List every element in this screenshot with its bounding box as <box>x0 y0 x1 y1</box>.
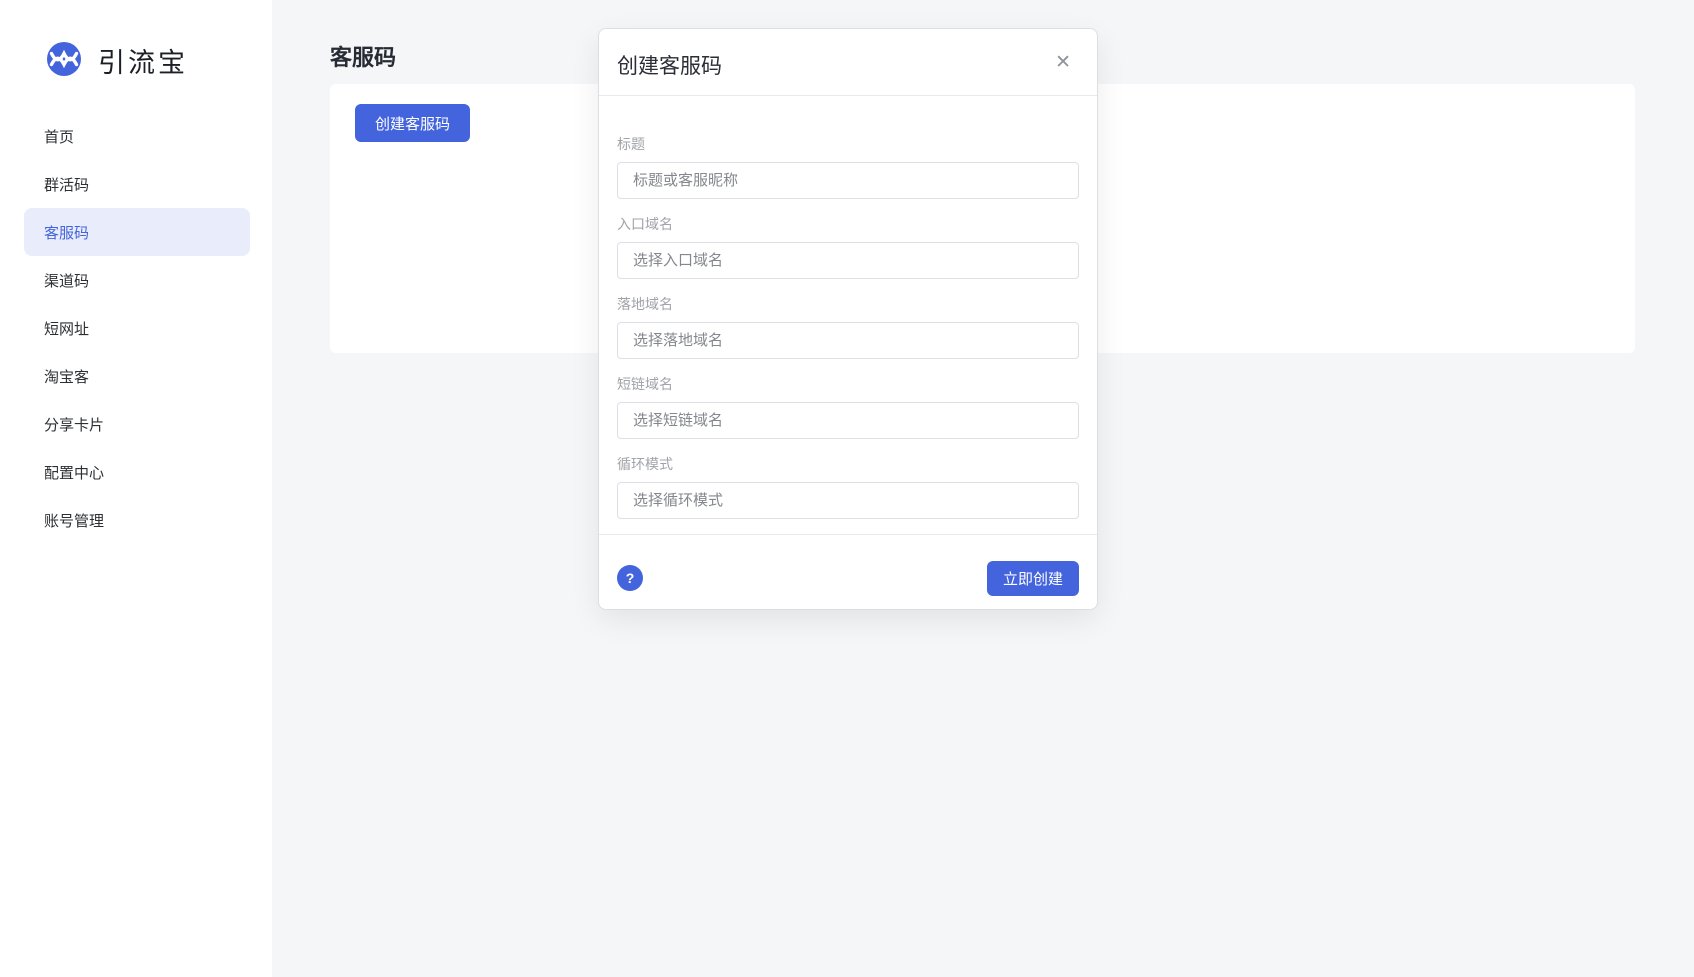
page-title: 客服码 <box>330 40 396 72</box>
sidebar-item-label: 客服码 <box>44 222 89 243</box>
loop-mode-field: 循环模式 <box>617 454 1079 519</box>
sidebar-item-short-url[interactable]: 短网址 <box>24 304 250 352</box>
sidebar-item-label: 分享卡片 <box>44 414 104 435</box>
sidebar: 引流宝 首页 群活码 客服码 渠道码 短网址 淘宝客 分享卡片 配置中心 账号管… <box>0 0 272 977</box>
app-logo-icon <box>44 40 84 80</box>
create-service-code-button[interactable]: 创建客服码 <box>355 104 470 142</box>
sidebar-nav: 首页 群活码 客服码 渠道码 短网址 淘宝客 分享卡片 配置中心 账号管理 <box>0 112 272 544</box>
app-name: 引流宝 <box>98 41 188 80</box>
sidebar-item-label: 账号管理 <box>44 510 104 531</box>
sidebar-item-config-center[interactable]: 配置中心 <box>24 448 250 496</box>
landing-domain-select[interactable] <box>617 322 1079 359</box>
question-icon: ? <box>626 570 635 586</box>
shortlink-domain-select[interactable] <box>617 402 1079 439</box>
landing-domain-field: 落地域名 <box>617 294 1079 359</box>
app-logo: 引流宝 <box>44 40 188 80</box>
sidebar-item-group-code[interactable]: 群活码 <box>24 160 250 208</box>
sidebar-item-label: 淘宝客 <box>44 366 89 387</box>
loop-mode-field-label: 循环模式 <box>617 454 1079 474</box>
entry-domain-field: 入口域名 <box>617 214 1079 279</box>
entry-domain-field-label: 入口域名 <box>617 214 1079 234</box>
title-input[interactable] <box>617 162 1079 199</box>
modal-header: 创建客服码 ✕ <box>599 29 1097 96</box>
sidebar-item-label: 首页 <box>44 126 74 147</box>
create-now-button[interactable]: 立即创建 <box>987 561 1079 596</box>
loop-mode-select[interactable] <box>617 482 1079 519</box>
sidebar-item-channel-code[interactable]: 渠道码 <box>24 256 250 304</box>
sidebar-item-label: 短网址 <box>44 318 89 339</box>
modal-title: 创建客服码 <box>617 44 722 80</box>
close-icon[interactable]: ✕ <box>1049 49 1077 76</box>
sidebar-item-label: 配置中心 <box>44 462 104 483</box>
title-field-label: 标题 <box>617 134 1079 154</box>
landing-domain-field-label: 落地域名 <box>617 294 1079 314</box>
create-service-code-modal: 创建客服码 ✕ 标题 入口域名 落地域名 短链域名 循环模式 ? 立即创建 <box>598 28 1098 610</box>
sidebar-item-home[interactable]: 首页 <box>24 112 250 160</box>
modal-body: 标题 入口域名 落地域名 短链域名 循环模式 <box>599 96 1097 534</box>
sidebar-item-label: 群活码 <box>44 174 89 195</box>
modal-footer: ? 立即创建 <box>599 534 1097 621</box>
sidebar-item-service-code[interactable]: 客服码 <box>24 208 250 256</box>
entry-domain-select[interactable] <box>617 242 1079 279</box>
shortlink-domain-field-label: 短链域名 <box>617 374 1079 394</box>
sidebar-item-share-card[interactable]: 分享卡片 <box>24 400 250 448</box>
title-field: 标题 <box>617 134 1079 199</box>
sidebar-item-label: 渠道码 <box>44 270 89 291</box>
sidebar-item-taobao-ke[interactable]: 淘宝客 <box>24 352 250 400</box>
shortlink-domain-field: 短链域名 <box>617 374 1079 439</box>
help-button[interactable]: ? <box>617 565 643 591</box>
sidebar-item-account-management[interactable]: 账号管理 <box>24 496 250 544</box>
